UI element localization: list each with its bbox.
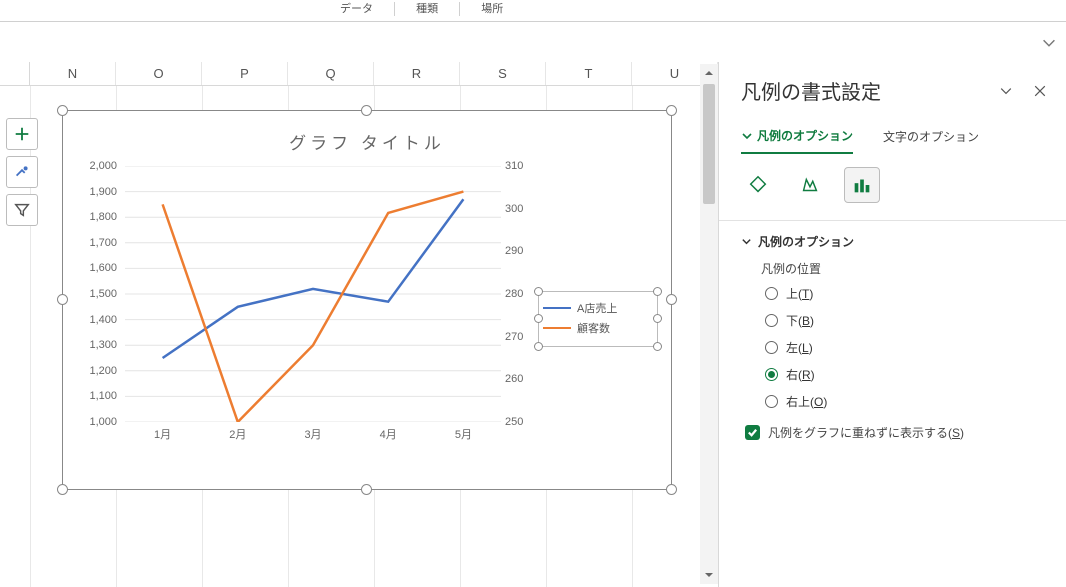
resize-handle[interactable] [666,294,677,305]
ribbon-label-data: データ [340,0,373,16]
resize-handle[interactable] [361,484,372,495]
radio-bottom[interactable]: 下(B) [765,312,1048,329]
resize-handle[interactable] [534,342,543,351]
legend-entry-b[interactable]: 顧客数 [543,318,653,338]
scroll-thumb[interactable] [703,84,715,204]
plot-area[interactable]: 1,0001,1001,2001,3001,4001,5001,6001,700… [73,166,503,456]
effects-icon[interactable] [793,168,827,202]
chart-filters-button[interactable] [6,194,38,226]
ribbon-label-location: 場所 [481,0,503,16]
column-headers: N O P Q R S T U [0,62,718,86]
radio-left[interactable]: 左(L) [765,339,1048,356]
primary-y-axis: 1,0001,1001,2001,3001,4001,5001,6001,700… [73,166,121,426]
col-P[interactable]: P [202,62,288,85]
resize-handle[interactable] [57,105,68,116]
resize-handle[interactable] [361,105,372,116]
pane-collapse-icon[interactable] [998,83,1014,99]
secondary-y-axis: 250260270280290300310 [501,166,541,426]
chart-styles-button[interactable] [6,156,38,188]
radio-right[interactable]: 右(R) [765,366,1048,383]
tab-text-options[interactable]: 文字のオプション [883,127,979,154]
x-axis: 1月2月3月4月5月 [125,426,501,450]
col-R[interactable]: R [374,62,460,85]
resize-handle[interactable] [534,314,543,323]
format-legend-pane: 凡例の書式設定 凡例のオプション 文字のオプション 凡例のオプション 凡例の位置… [718,62,1066,587]
chart-legend[interactable]: A店売上 顧客数 [538,291,658,347]
resize-handle[interactable] [653,287,662,296]
resize-handle[interactable] [666,484,677,495]
resize-handle[interactable] [653,342,662,351]
radio-top[interactable]: 上(T) [765,285,1048,302]
chart-title[interactable]: グラフ タイトル [63,129,671,154]
resize-handle[interactable] [57,294,68,305]
col-O[interactable]: O [116,62,202,85]
pane-close-icon[interactable] [1032,83,1048,99]
col-S[interactable]: S [460,62,546,85]
checkbox-no-overlap[interactable]: 凡例をグラフに重ねずに表示する(S) [745,424,1048,441]
pane-title: 凡例の書式設定 [741,76,881,105]
col-T[interactable]: T [546,62,632,85]
legend-swatch-b [543,327,571,329]
chart-object[interactable]: グラフ タイトル 1,0001,1001,2001,3001,4001,5001… [62,110,672,490]
legend-label-b: 顧客数 [577,320,610,336]
ribbon-collapse-button[interactable] [1040,34,1058,57]
resize-handle[interactable] [653,314,662,323]
fill-line-icon[interactable] [741,168,775,202]
col-N[interactable]: N [30,62,116,85]
chart-canvas [125,166,501,422]
resize-handle[interactable] [666,105,677,116]
ribbon-group-labels: データ 種類 場所 [0,0,1066,22]
legend-label-a: A店売上 [577,300,617,316]
col-Q[interactable]: Q [288,62,374,85]
resize-handle[interactable] [534,287,543,296]
legend-options-icon[interactable] [845,168,879,202]
legend-position-label: 凡例の位置 [761,260,1048,277]
ribbon-label-type: 種類 [416,0,438,16]
check-icon [745,425,760,440]
scroll-up-button[interactable] [700,64,718,82]
chart-element-button[interactable] [6,118,38,150]
resize-handle[interactable] [57,484,68,495]
radio-top-right[interactable]: 右上(O) [765,393,1048,410]
scroll-down-button[interactable] [700,566,718,584]
section-legend-options[interactable]: 凡例のオプション [741,233,1048,250]
legend-entry-a[interactable]: A店売上 [543,298,653,318]
vertical-scrollbar[interactable] [700,64,718,584]
tab-legend-options[interactable]: 凡例のオプション [741,127,853,154]
legend-swatch-a [543,307,571,309]
